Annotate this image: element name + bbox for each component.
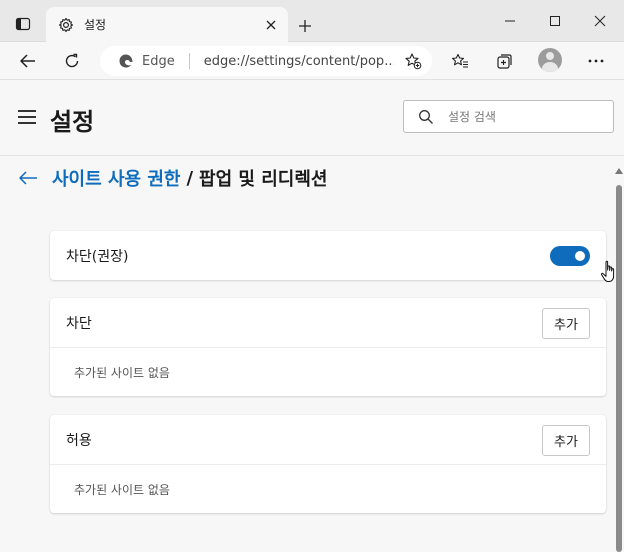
- add-favorite-icon[interactable]: [404, 52, 422, 70]
- tab-title: 설정: [84, 18, 107, 32]
- block-section-title: 차단: [66, 315, 92, 332]
- tab-actions-icon[interactable]: [8, 9, 38, 39]
- breadcrumb-parent-link[interactable]: 사이트 사용 권한: [52, 165, 180, 191]
- block-empty-text: 추가된 사이트 없음: [74, 365, 170, 380]
- back-icon[interactable]: [13, 46, 43, 76]
- minimize-icon[interactable]: [492, 8, 528, 34]
- browser-toolbar: Edge edge://settings/content/pop...: [0, 42, 624, 80]
- favorites-icon[interactable]: [445, 46, 475, 76]
- site-name: Edge: [142, 53, 175, 69]
- block-recommended-label: 차단(권장): [66, 248, 129, 265]
- tab-strip: 설정: [0, 0, 624, 42]
- allow-section-card: 허용 추가 추가된 사이트 없음: [50, 415, 606, 513]
- refresh-icon[interactable]: [57, 46, 87, 76]
- search-icon: [418, 109, 434, 125]
- block-recommended-card: 차단(권장): [50, 231, 606, 280]
- tab-settings[interactable]: 설정: [46, 7, 288, 42]
- allow-empty-text: 추가된 사이트 없음: [74, 482, 170, 497]
- breadcrumb-current: 팝업 및 리디렉션: [199, 169, 328, 190]
- menu-icon[interactable]: [18, 110, 36, 124]
- scroll-up-icon[interactable]: [615, 168, 623, 176]
- edge-logo-icon: [118, 53, 134, 69]
- settings-header: 설정: [0, 80, 624, 156]
- address-bar[interactable]: Edge edge://settings/content/pop...: [100, 46, 432, 76]
- back-arrow-icon[interactable]: [18, 168, 40, 188]
- more-options-icon[interactable]: [581, 46, 611, 76]
- collections-icon[interactable]: [490, 46, 520, 76]
- hand-cursor-icon: [600, 260, 618, 284]
- scrollbar-thumb[interactable]: [616, 185, 622, 552]
- block-section-card: 차단 추가 추가된 사이트 없음: [50, 298, 606, 396]
- page-title: 설정: [50, 108, 95, 136]
- add-block-site-button[interactable]: 추가: [542, 308, 590, 339]
- search-input[interactable]: [448, 109, 598, 124]
- block-popups-toggle[interactable]: [550, 246, 590, 266]
- breadcrumb: 사이트 사용 권한 / 팝업 및 리디렉션: [18, 166, 327, 190]
- breadcrumb-separator: /: [186, 167, 194, 189]
- toggle-knob: [575, 251, 585, 261]
- address-divider: [188, 53, 190, 69]
- close-window-icon[interactable]: [582, 8, 618, 34]
- add-allow-site-button[interactable]: 추가: [542, 425, 590, 456]
- allow-section-title: 허용: [66, 432, 92, 449]
- profile-avatar[interactable]: [538, 48, 562, 72]
- close-tab-icon[interactable]: [258, 12, 284, 38]
- gear-icon: [58, 17, 74, 33]
- url-text[interactable]: edge://settings/content/pop...: [204, 54, 394, 69]
- settings-search[interactable]: [403, 100, 614, 133]
- new-tab-icon[interactable]: [292, 13, 318, 39]
- maximize-icon[interactable]: [537, 8, 573, 34]
